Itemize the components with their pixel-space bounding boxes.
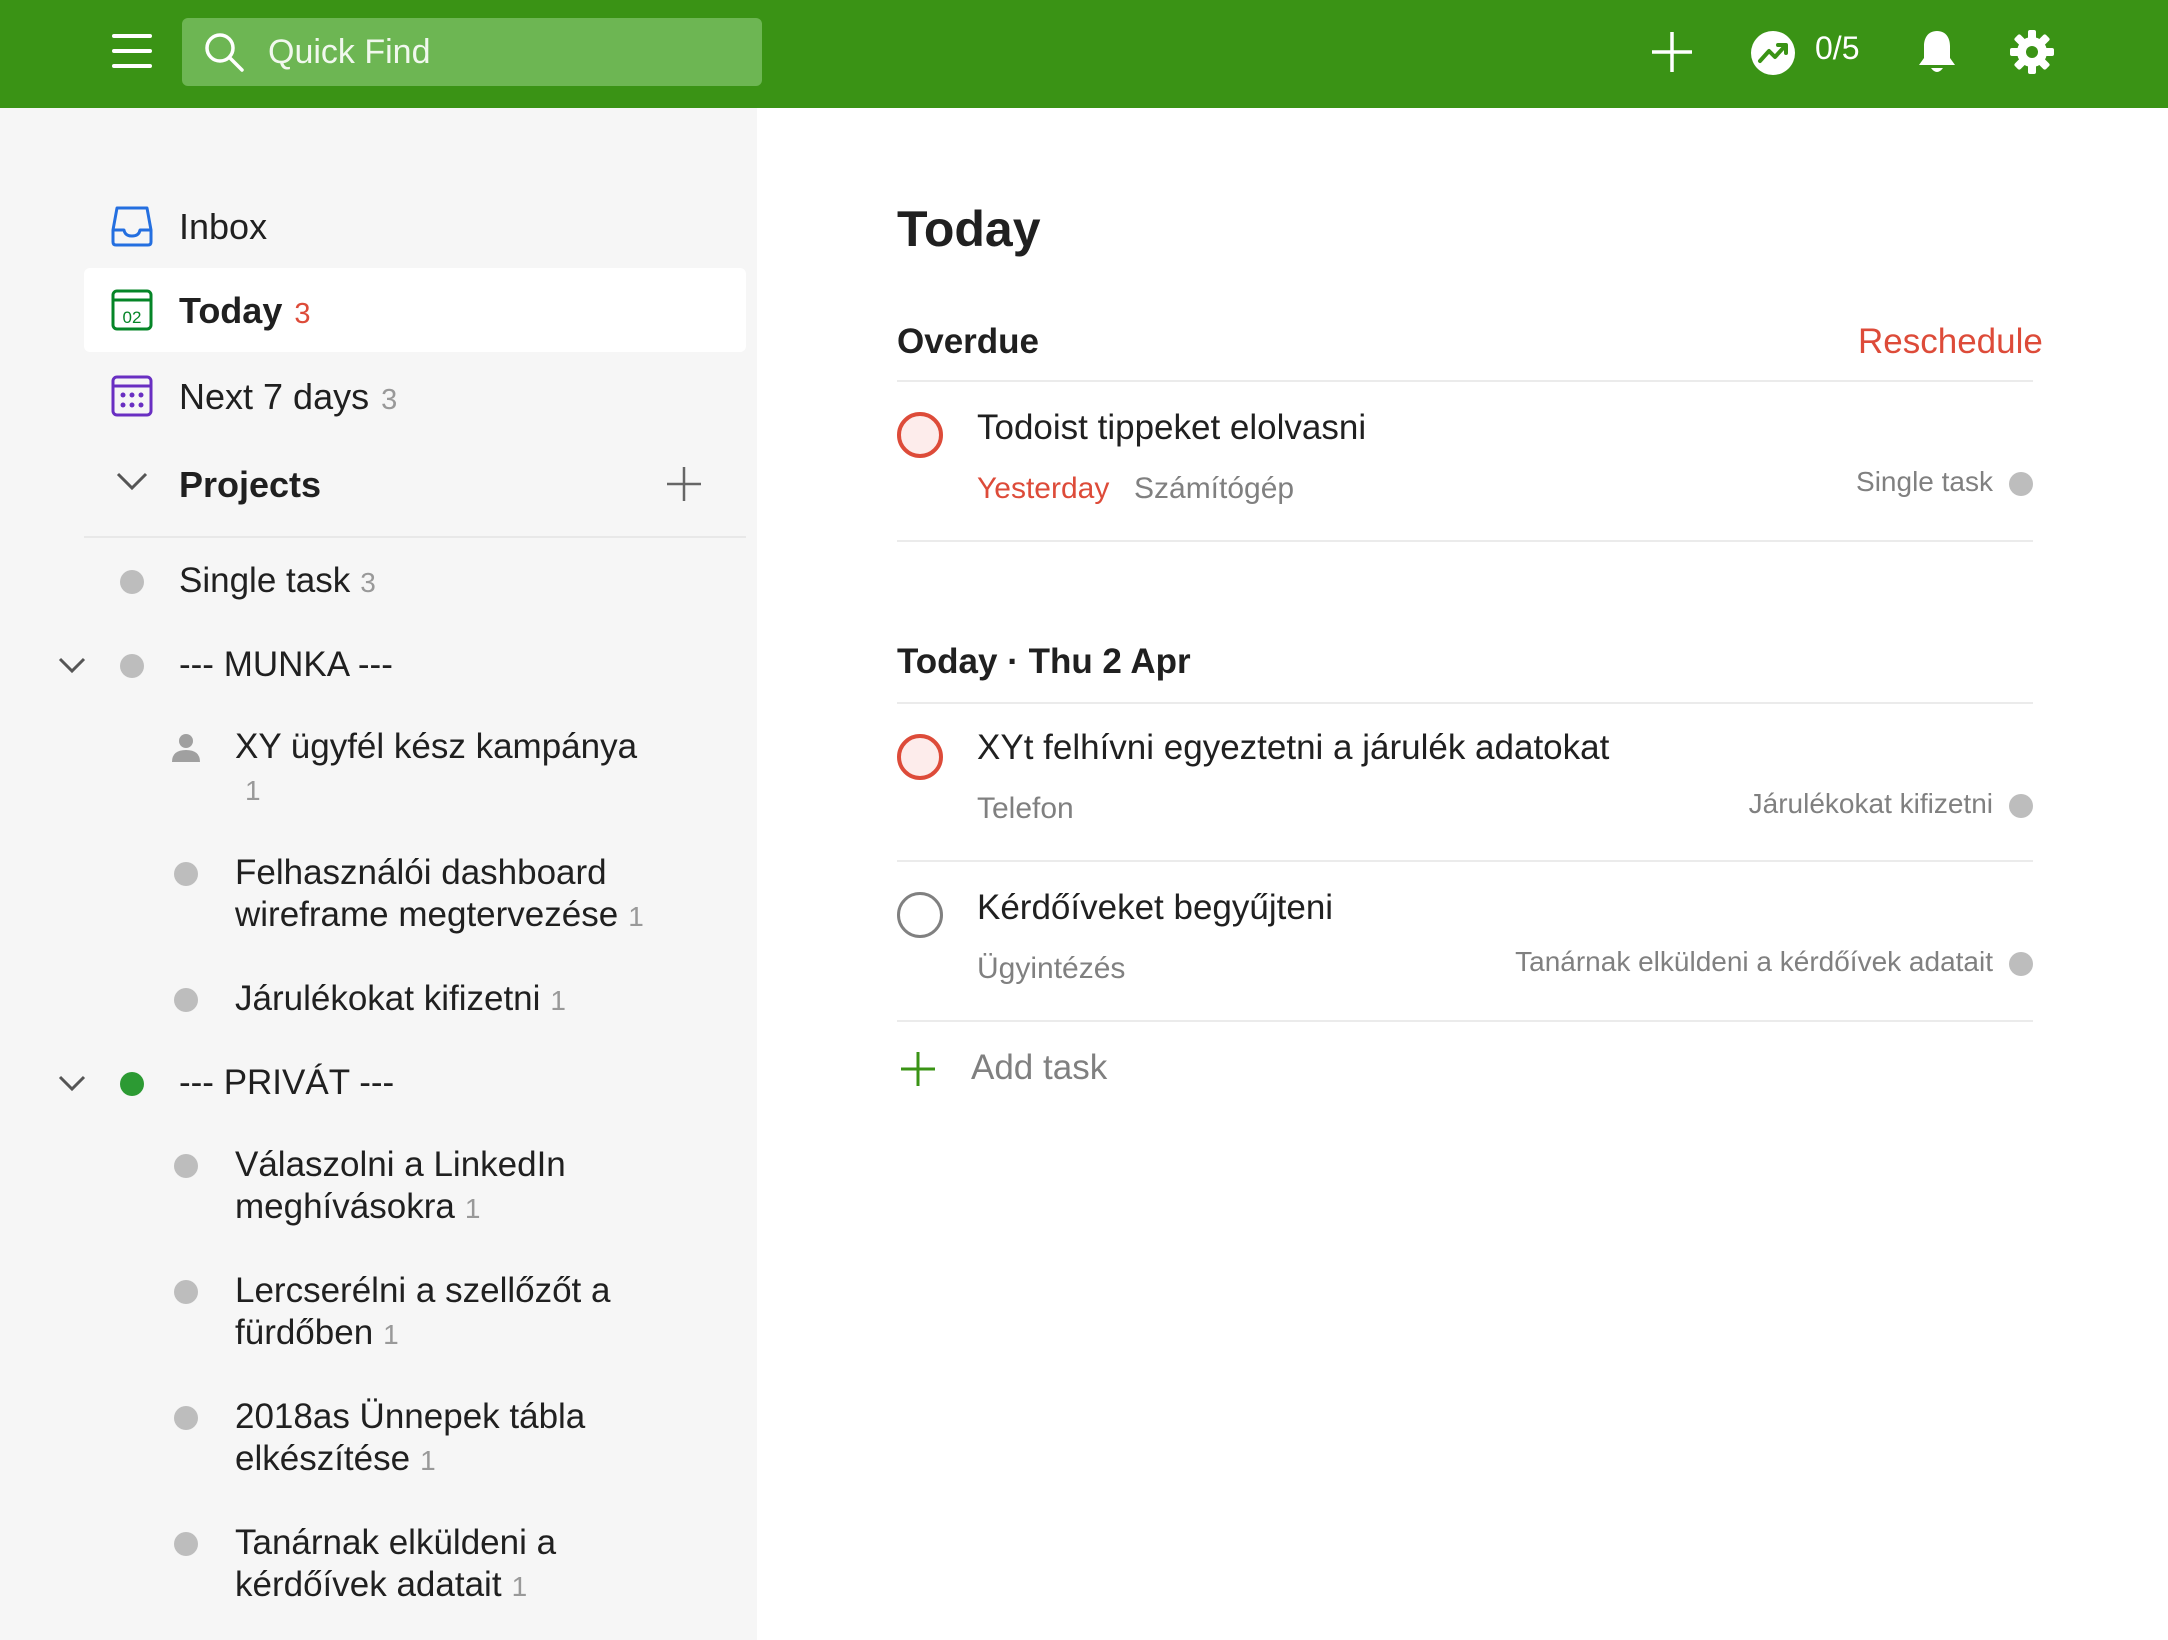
divider — [897, 1020, 2033, 1022]
menu-icon[interactable] — [108, 30, 156, 74]
task-item-overdue[interactable]: Todoist tippeket elolvasni Yesterday Szá… — [897, 382, 2033, 540]
project-name: 2018as Ünnepek tábla elkészítése — [235, 1397, 586, 1478]
project-count: 1 — [245, 775, 261, 806]
task-item[interactable]: Kérdőíveket begyűjteni Ügyintézés Tanárn… — [897, 862, 2033, 1020]
nav-item-inbox[interactable]: Inbox — [84, 184, 746, 268]
task-label[interactable]: Számítógép — [1134, 472, 1294, 506]
task-due-date[interactable]: Yesterday — [977, 472, 1109, 506]
project-item-xy-ugyfel[interactable]: XY ügyfél kész kampánya 1 — [84, 722, 746, 822]
project-count: 1 — [511, 1571, 528, 1602]
overdue-heading: Overdue — [897, 322, 1039, 361]
project-name: Lercserélni a szellőzőt a fürdőben — [235, 1271, 611, 1352]
task-item[interactable]: XYt felhívni egyeztetni a járulék adatok… — [897, 704, 2033, 860]
project-item-tanarnak[interactable]: Tanárnak elküldeni a kérdőívek adatait 1 — [84, 1518, 746, 1608]
add-task-button[interactable]: Add task — [897, 1044, 1297, 1094]
project-item-munka[interactable]: --- MUNKA --- — [84, 640, 746, 696]
gear-icon[interactable] — [2008, 28, 2056, 76]
task-project-dot — [2009, 952, 2033, 976]
project-dot — [174, 988, 198, 1012]
today-count: 3 — [294, 298, 311, 330]
project-count: 1 — [383, 1319, 399, 1350]
project-name: Járulékokat kifizetni — [235, 979, 541, 1018]
project-dot — [174, 1532, 198, 1556]
project-item-dashboard[interactable]: Felhasználói dashboard wireframe megterv… — [84, 848, 746, 938]
plus-icon[interactable] — [1650, 30, 1694, 74]
project-name: XY ügyfél kész kampánya — [235, 727, 638, 766]
project-name: Single task — [179, 561, 351, 600]
today-heading: Today · Thu 2 Apr — [897, 642, 1191, 681]
calendar-today-icon: 02 — [111, 289, 153, 331]
project-name: Tanárnak elküldeni a kérdőívek adatait — [235, 1523, 557, 1604]
svg-text:02: 02 — [123, 308, 142, 327]
project-item-szellozo[interactable]: Lercserélni a szellőzőt a fürdőben 1 — [84, 1266, 746, 1356]
productivity-icon[interactable] — [1750, 30, 1796, 76]
project-name: Felhasználói dashboard wireframe megterv… — [235, 853, 619, 934]
search-input[interactable] — [268, 18, 748, 86]
project-count: 1 — [550, 985, 566, 1016]
task-content[interactable]: Kérdőíveket begyűjteni — [977, 888, 1333, 928]
page-title: Today — [897, 201, 1041, 257]
project-dot — [120, 1072, 144, 1096]
reschedule-button[interactable]: Reschedule — [1858, 322, 2043, 362]
project-name: --- MUNKA --- — [179, 645, 393, 684]
calendar-week-icon — [111, 375, 153, 417]
projects-label[interactable]: Projects — [179, 464, 321, 506]
add-project-icon[interactable] — [664, 464, 704, 504]
project-dot — [174, 1406, 198, 1430]
project-count: 1 — [420, 1445, 436, 1476]
project-item-unnepek[interactable]: 2018as Ünnepek tábla elkészítése 1 — [84, 1392, 746, 1482]
inbox-icon — [111, 206, 153, 247]
task-label[interactable]: Telefon — [977, 792, 1074, 826]
project-item-single-task[interactable]: Single task 3 — [84, 556, 746, 612]
project-count: 1 — [628, 901, 644, 932]
chevron-down-icon[interactable] — [114, 466, 150, 496]
project-count: 1 — [464, 1193, 481, 1224]
task-project-dot — [2009, 472, 2033, 496]
project-dot — [174, 1154, 198, 1178]
top-bar: 0/5 — [0, 0, 2168, 108]
project-name: Válaszolni a LinkedIn meghívásokra — [235, 1145, 566, 1226]
bell-icon[interactable] — [1916, 28, 1958, 76]
nav-label-inbox: Inbox — [179, 206, 268, 247]
project-dot — [120, 654, 144, 678]
project-item-privat[interactable]: --- PRIVÁT --- — [84, 1058, 746, 1114]
nav-label-today: Today — [179, 290, 283, 331]
search-icon — [205, 33, 244, 72]
task-checkbox[interactable] — [897, 892, 943, 938]
task-project-dot — [2009, 794, 2033, 818]
nav-item-next-7-days[interactable]: Next 7 days 3 — [84, 354, 746, 438]
project-dot — [174, 862, 198, 886]
project-dot — [174, 1280, 198, 1304]
project-name: --- PRIVÁT --- — [179, 1063, 395, 1102]
nav-item-today[interactable]: 02 Today 3 — [84, 268, 746, 352]
nav-label-next-7-days: Next 7 days — [179, 376, 370, 417]
next-7-days-count: 3 — [381, 384, 398, 416]
task-label[interactable]: Ügyintézés — [977, 952, 1125, 986]
sidebar-divider — [84, 536, 746, 538]
task-checkbox[interactable] — [897, 412, 943, 458]
shared-person-icon — [172, 734, 200, 762]
karma-count[interactable]: 0/5 — [1815, 30, 1859, 67]
task-project[interactable]: Tanárnak elküldeni a kérdőívek adatait — [1515, 946, 1993, 978]
projects-header: Projects — [84, 442, 746, 522]
project-item-linkedin[interactable]: Válaszolni a LinkedIn meghívásokra 1 — [84, 1140, 746, 1230]
plus-icon — [901, 1052, 935, 1086]
task-project[interactable]: Járulékokat kifizetni — [1749, 788, 1993, 820]
project-count: 3 — [360, 567, 376, 598]
add-task-label: Add task — [971, 1048, 1108, 1087]
quick-find-search[interactable] — [182, 18, 762, 86]
project-item-jarulekok[interactable]: Járulékokat kifizetni 1 — [84, 974, 746, 1030]
project-dot — [120, 570, 144, 594]
divider — [897, 540, 2033, 542]
task-content[interactable]: Todoist tippeket elolvasni — [977, 408, 1366, 448]
task-content[interactable]: XYt felhívni egyeztetni a járulék adatok… — [977, 728, 1609, 768]
task-project[interactable]: Single task — [1856, 466, 1993, 498]
task-checkbox[interactable] — [897, 734, 943, 780]
